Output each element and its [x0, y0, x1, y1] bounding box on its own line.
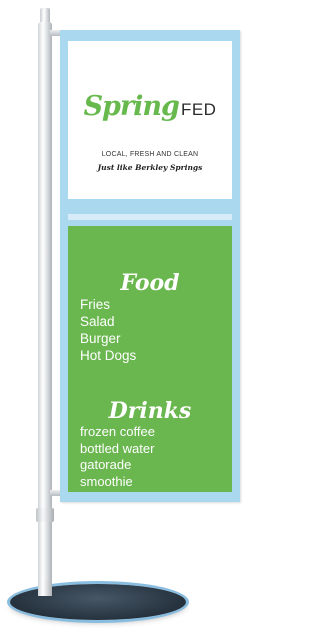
- food-list: Fries Salad Burger Hot Dogs: [80, 296, 136, 364]
- menu-panel: Food Fries Salad Burger Hot Dogs Drinks …: [68, 226, 232, 492]
- pole-foot: [38, 580, 52, 596]
- list-item: frozen coffee: [80, 424, 155, 439]
- brand-caps-name: FED: [180, 100, 217, 119]
- pole-collar: [36, 508, 54, 522]
- list-item: Salad: [80, 314, 115, 329]
- panel-divider: [68, 214, 232, 220]
- list-item: Burger: [80, 331, 121, 346]
- brand-script-name: Spring: [83, 91, 180, 122]
- brand-subtagline: Just like Berkley Springs: [97, 163, 203, 172]
- stand-base: [10, 584, 186, 620]
- drinks-heading: Drinks: [108, 398, 192, 424]
- drinks-list: frozen coffee bottled water gatorade smo…: [80, 424, 155, 490]
- list-item: Hot Dogs: [80, 348, 137, 363]
- banner-sign: Spring FED LOCAL, FRESH AND CLEAN Just l…: [60, 30, 240, 502]
- list-item: smoothie: [80, 473, 133, 489]
- food-heading: Food: [120, 270, 180, 296]
- logo-panel: Spring FED LOCAL, FRESH AND CLEAN Just l…: [68, 41, 232, 199]
- list-item: bottled water: [80, 440, 155, 456]
- list-item: gatorade: [80, 457, 132, 472]
- brand-tagline: LOCAL, FRESH AND CLEAN: [101, 151, 199, 158]
- list-item: Fries: [80, 297, 110, 312]
- brand-logo: Spring FED: [68, 91, 232, 122]
